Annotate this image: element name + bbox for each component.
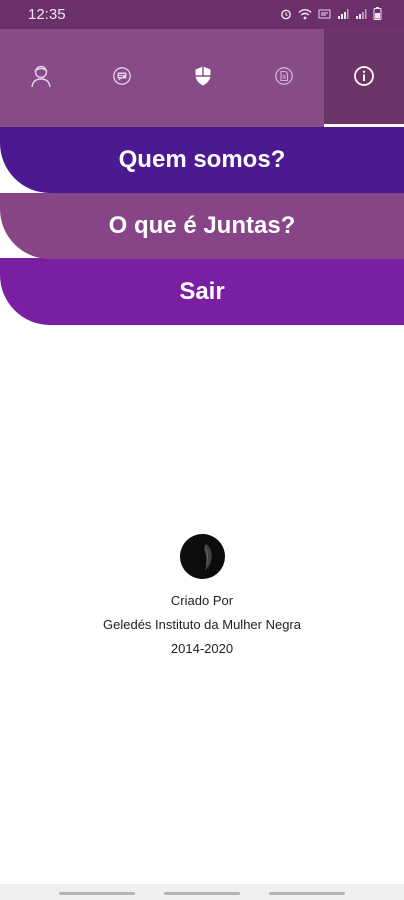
chat-icon [112, 66, 132, 91]
signal-2-icon [355, 8, 367, 20]
shield-icon [193, 65, 213, 92]
organization-name: Geledés Instituto da Mulher Negra [103, 617, 301, 632]
nav-home-button[interactable] [164, 892, 240, 895]
credits: Criado Por Geledés Instituto da Mulher N… [0, 534, 404, 661]
status-bar: 12:35 [0, 0, 404, 29]
status-icons [280, 7, 382, 20]
alarm-icon [280, 8, 292, 20]
o-que-e-juntas-button[interactable]: O que é Juntas? [0, 193, 404, 259]
signal-icon [337, 8, 349, 20]
tab-bar [0, 29, 404, 127]
quem-somos-label: Quem somos? [118, 146, 286, 173]
info-icon [353, 65, 375, 92]
navigation-bar [0, 884, 404, 900]
nav-back-button[interactable] [269, 892, 345, 895]
credits-label: Criado Por [170, 593, 234, 608]
tab-chat[interactable] [81, 29, 162, 127]
quem-somos-button[interactable]: Quem somos? [0, 127, 404, 193]
volte-icon [318, 8, 331, 20]
status-time: 12:35 [28, 6, 66, 23]
nav-recent-button[interactable] [59, 892, 135, 895]
credits-years: 2014-2020 [170, 641, 234, 656]
user-icon [30, 64, 52, 93]
wifi-icon [298, 8, 312, 20]
battery-icon [373, 7, 382, 20]
tab-profile[interactable] [0, 29, 81, 127]
sair-label: Sair [179, 277, 225, 305]
tab-info[interactable] [324, 29, 404, 127]
tab-security[interactable] [162, 29, 243, 127]
organization-logo [179, 534, 225, 579]
sair-button[interactable]: Sair [0, 258, 404, 325]
o-que-e-juntas-label: O que é Juntas? [108, 212, 296, 239]
document-icon [274, 66, 294, 91]
tab-documents[interactable] [243, 29, 324, 127]
